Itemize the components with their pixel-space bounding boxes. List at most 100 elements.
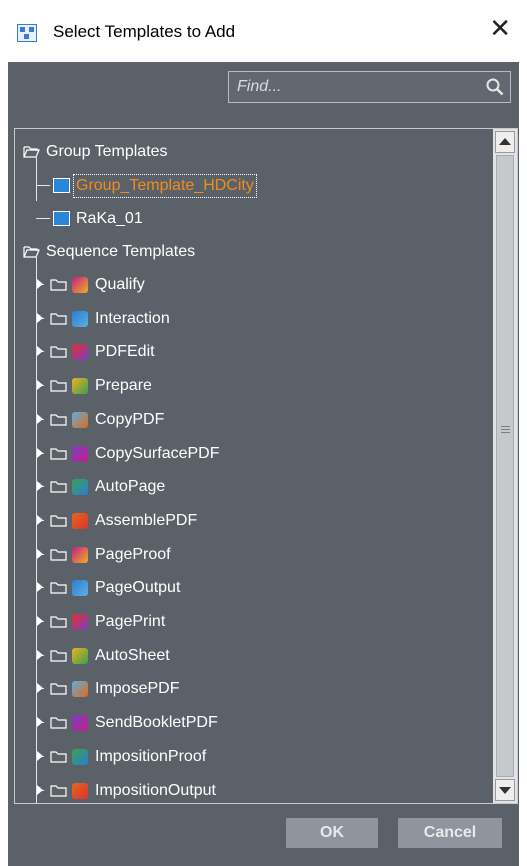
tree-item-label: SendBookletPDF [95, 714, 218, 731]
autosheet-icon [72, 648, 88, 664]
scroll-thumb[interactable] [496, 155, 514, 777]
expand-arrow-icon[interactable] [37, 549, 43, 559]
folder-icon [50, 683, 67, 695]
folder-icon [50, 616, 67, 628]
pageoutput-icon [72, 580, 88, 596]
tree-item-pageproof[interactable]: PageProof [15, 538, 491, 572]
tree-item-copysurfacepdf[interactable]: CopySurfacePDF [15, 437, 491, 471]
title-bar: Select Templates to Add ✕ [0, 0, 527, 62]
dialog-body: Group Templates Group_Template_HDCity Ra… [8, 62, 519, 866]
tree-item-autosheet[interactable]: AutoSheet [15, 639, 491, 673]
tree-item-raka-01[interactable]: RaKa_01 [15, 202, 491, 236]
window-title: Select Templates to Add [53, 22, 236, 41]
tree-item-autopage[interactable]: AutoPage [15, 470, 491, 504]
tree-item-pageprint[interactable]: PagePrint [15, 605, 491, 639]
expand-arrow-icon[interactable] [37, 380, 43, 390]
tree-item-label: RaKa_01 [76, 210, 143, 227]
tree-item-label: PageOutput [95, 579, 181, 596]
folder-icon [50, 582, 67, 594]
copysurfacepdf-icon [72, 446, 88, 462]
tree-item-sendbookletpdf[interactable]: SendBookletPDF [15, 706, 491, 740]
open-folder-icon [23, 246, 40, 258]
app-icon [17, 24, 37, 42]
tree-item-label: AssemblePDF [95, 512, 198, 529]
cancel-button[interactable]: Cancel [398, 818, 502, 848]
template-tree: Group Templates Group_Template_HDCity Ra… [14, 128, 518, 804]
tree-item-pageoutput[interactable]: PageOutput [15, 571, 491, 605]
expand-arrow-icon[interactable] [37, 414, 43, 424]
prepare-icon [72, 378, 88, 394]
tree-item-label: PageProof [95, 546, 171, 563]
tree-item-label: AutoSheet [95, 647, 170, 664]
pageprint-icon [72, 614, 88, 630]
template-grid-icon [53, 178, 70, 193]
expand-arrow-icon[interactable] [37, 751, 43, 761]
expand-arrow-icon[interactable] [37, 515, 43, 525]
imposepdf-icon [72, 681, 88, 697]
expand-arrow-icon[interactable] [37, 683, 43, 693]
tree-item-label: Prepare [95, 377, 152, 394]
folder-icon [50, 313, 67, 325]
folder-icon [50, 346, 67, 358]
tree-item-assemblepdf[interactable]: AssemblePDF [15, 504, 491, 538]
tree-item-label: Interaction [95, 310, 170, 327]
tree-item-label: PDFEdit [95, 343, 155, 360]
autopage-icon [72, 479, 88, 495]
expand-arrow-icon[interactable] [37, 346, 43, 356]
tree-item-label: Qualify [95, 276, 145, 293]
tree-item-label: ImpositionProof [95, 748, 207, 765]
tree-item-label: CopyPDF [95, 411, 165, 428]
folder-icon [50, 279, 67, 291]
expand-arrow-icon[interactable] [37, 582, 43, 592]
expand-arrow-icon[interactable] [37, 279, 43, 289]
expand-arrow-icon[interactable] [37, 448, 43, 458]
impositionoutput-icon [72, 783, 88, 799]
search-icon[interactable] [486, 78, 504, 96]
assemblepdf-icon [72, 513, 88, 529]
tree-item-group-template-hdcity[interactable]: Group_Template_HDCity [15, 169, 491, 203]
scroll-down-button[interactable] [495, 779, 515, 801]
impositionproof-icon [72, 749, 88, 765]
template-grid-icon [53, 211, 70, 226]
tree-group-sequence-templates[interactable]: Sequence Templates [15, 235, 491, 269]
expand-arrow-icon[interactable] [37, 785, 43, 795]
tree-item-qualify[interactable]: Qualify [15, 268, 491, 302]
expand-arrow-icon[interactable] [37, 481, 43, 491]
pdfedit-icon [72, 344, 88, 360]
tree-item-label: ImposePDF [95, 680, 180, 697]
tree-item-label-selected: Group_Template_HDCity [73, 174, 257, 198]
folder-icon [50, 380, 67, 392]
open-folder-icon [23, 146, 40, 158]
expand-arrow-icon[interactable] [37, 650, 43, 660]
sendbookletpdf-icon [72, 715, 88, 731]
tree-group-label: Sequence Templates [46, 243, 196, 260]
tree-item-copypdf[interactable]: CopyPDF [15, 403, 491, 437]
folder-icon [50, 448, 67, 460]
tree-item-impositionproof[interactable]: ImpositionProof [15, 740, 491, 774]
tree-item-label: PagePrint [95, 613, 166, 630]
expand-arrow-icon[interactable] [37, 313, 43, 323]
folder-icon [50, 751, 67, 763]
tree-item-label: CopySurfacePDF [95, 445, 220, 462]
expand-arrow-icon[interactable] [37, 717, 43, 727]
tree-item-imposepdf[interactable]: ImposePDF [15, 672, 491, 706]
interaction-icon [72, 311, 88, 327]
tree-group-label: Group Templates [46, 143, 168, 160]
expand-arrow-icon[interactable] [37, 616, 43, 626]
tree-item-pdfedit[interactable]: PDFEdit [15, 335, 491, 369]
close-icon[interactable]: ✕ [489, 15, 511, 41]
tree-item-label: ImpositionOutput [95, 782, 216, 799]
search-box [228, 71, 511, 103]
tree-item-prepare[interactable]: Prepare [15, 369, 491, 403]
vertical-scrollbar[interactable] [493, 129, 517, 803]
scroll-up-button[interactable] [495, 131, 515, 153]
ok-button[interactable]: OK [286, 818, 378, 848]
tree-group-group-templates[interactable]: Group Templates [15, 135, 491, 169]
tree-item-interaction[interactable]: Interaction [15, 302, 491, 336]
pageproof-icon [72, 547, 88, 563]
search-input[interactable] [229, 72, 479, 102]
folder-icon [50, 481, 67, 493]
folder-icon [50, 515, 67, 527]
tree-item-impositionoutput[interactable]: ImpositionOutput [15, 774, 491, 803]
tree-item-label: AutoPage [95, 478, 166, 495]
